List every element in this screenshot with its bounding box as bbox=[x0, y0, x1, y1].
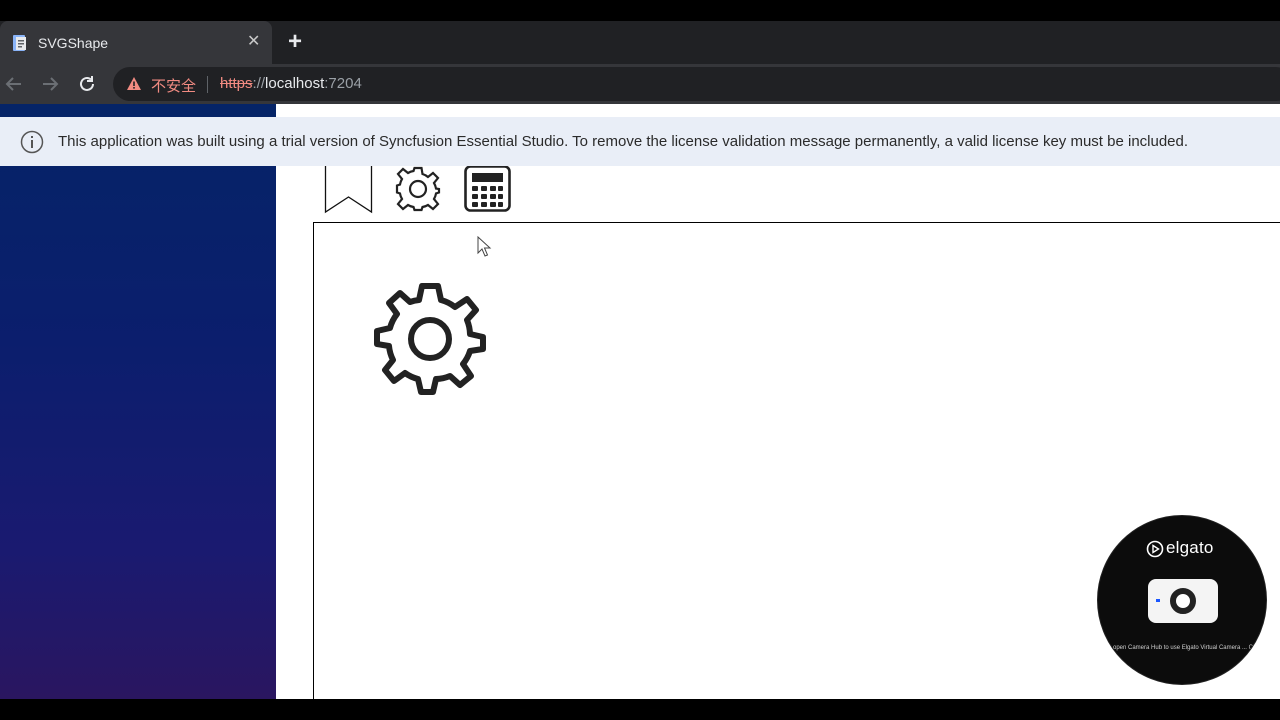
address-bar[interactable]: 不安全 https://localhost:7204 bbox=[113, 67, 1280, 101]
elgato-camera-overlay: elgato ...open Camera Hub to use Elgato … bbox=[1097, 515, 1267, 685]
play-circle-icon bbox=[1146, 540, 1164, 558]
reload-icon[interactable] bbox=[76, 73, 98, 95]
tab-strip: SVGShape ✕ + bbox=[0, 21, 1280, 64]
camera-icon bbox=[1148, 579, 1218, 623]
close-icon[interactable]: ✕ bbox=[247, 33, 260, 51]
page-icon bbox=[13, 35, 26, 51]
url-port: :7204 bbox=[324, 75, 362, 92]
not-secure-label[interactable]: 不安全 bbox=[151, 75, 196, 96]
browser-toolbar: 不安全 https://localhost:7204 bbox=[0, 64, 1280, 104]
elgato-brand: elgato bbox=[1166, 538, 1214, 557]
tab-title: SVGShape bbox=[38, 35, 109, 51]
page-content: This application was built using a trial… bbox=[0, 104, 1280, 699]
camera-indicator bbox=[1156, 599, 1160, 602]
elgato-message: ...open Camera Hub to use Elgato Virtual… bbox=[1108, 645, 1258, 651]
info-icon bbox=[20, 130, 44, 154]
camera-lens bbox=[1170, 588, 1196, 614]
mouse-cursor-icon bbox=[477, 236, 492, 257]
license-banner: This application was built using a trial… bbox=[0, 117, 1280, 166]
address-separator bbox=[207, 76, 208, 93]
elgato-logo: elgato bbox=[1146, 537, 1222, 559]
back-arrow-icon[interactable] bbox=[3, 73, 25, 95]
gear-icon[interactable] bbox=[393, 164, 443, 214]
calculator-icon[interactable] bbox=[463, 164, 513, 214]
url-separator: :// bbox=[252, 75, 266, 92]
url-host: localhost bbox=[265, 75, 325, 92]
screen: SVGShape ✕ + 不安全 https://localhost:7204 bbox=[0, 0, 1280, 720]
bookmark-icon[interactable] bbox=[324, 164, 374, 214]
url-scheme: https bbox=[220, 75, 253, 92]
browser-tab[interactable]: SVGShape ✕ bbox=[0, 21, 272, 64]
url-text[interactable]: https://localhost:7204 bbox=[220, 75, 362, 92]
gear-icon[interactable] bbox=[371, 280, 489, 398]
license-message: This application was built using a trial… bbox=[58, 133, 1189, 150]
forward-arrow-icon[interactable] bbox=[39, 73, 61, 95]
new-tab-button[interactable]: + bbox=[288, 30, 302, 54]
sidebar bbox=[0, 104, 276, 699]
warning-triangle-icon[interactable] bbox=[126, 76, 142, 92]
